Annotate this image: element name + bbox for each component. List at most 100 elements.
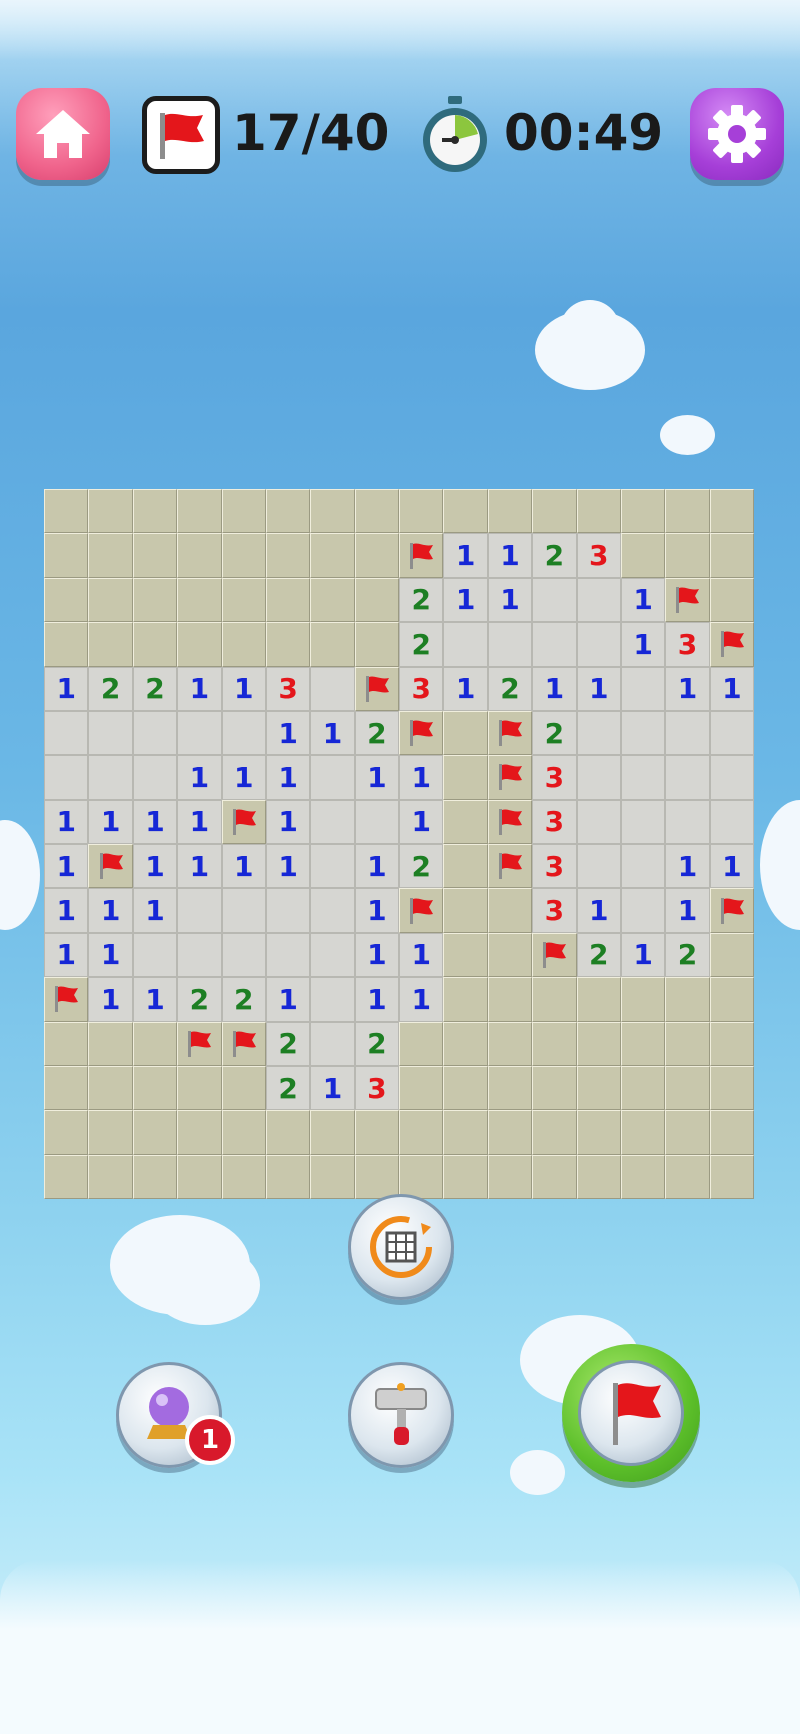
number-cell[interactable]: 1 [44,666,89,711]
covered-cell[interactable] [177,533,222,578]
covered-cell[interactable] [709,533,754,578]
hammer-button[interactable] [348,1362,454,1468]
number-cell[interactable]: 1 [620,622,666,667]
covered-cell[interactable] [88,622,133,667]
number-cell[interactable]: 1 [44,844,89,889]
number-cell[interactable]: 1 [399,977,444,1022]
number-cell[interactable]: 2 [532,710,577,756]
revealed-cell[interactable] [576,799,621,844]
covered-cell[interactable] [665,1065,710,1111]
flag-mode-button[interactable] [562,1344,700,1482]
number-cell[interactable]: 2 [399,577,444,623]
flagged-cell[interactable] [532,932,577,978]
revealed-cell[interactable] [221,932,266,978]
flagged-cell[interactable] [487,799,533,844]
revealed-cell[interactable] [132,755,178,800]
number-cell[interactable]: 1 [265,977,311,1022]
covered-cell[interactable] [620,977,666,1022]
covered-cell[interactable] [487,1110,533,1155]
flagged-cell[interactable] [487,844,533,889]
flagged-cell[interactable] [665,577,710,623]
covered-cell[interactable] [177,489,222,534]
covered-cell[interactable] [177,577,222,623]
revealed-cell[interactable] [576,622,621,667]
number-cell[interactable]: 1 [399,932,444,978]
covered-cell[interactable] [576,1154,621,1199]
covered-cell[interactable] [709,1154,754,1199]
revealed-cell[interactable] [265,932,311,978]
revealed-cell[interactable] [177,932,222,978]
revealed-cell[interactable] [665,799,710,844]
number-cell[interactable]: 1 [443,533,488,578]
covered-cell[interactable] [88,1154,133,1199]
number-cell[interactable]: 1 [354,844,399,889]
covered-cell[interactable] [576,1065,621,1111]
number-cell[interactable]: 1 [177,844,222,889]
revealed-cell[interactable] [665,755,710,800]
revealed-cell[interactable] [620,666,666,711]
covered-cell[interactable] [443,755,488,800]
covered-cell[interactable] [709,932,754,978]
number-cell[interactable]: 1 [265,844,311,889]
number-cell[interactable]: 2 [487,666,533,711]
covered-cell[interactable] [443,1065,488,1111]
number-cell[interactable]: 2 [399,844,444,889]
covered-cell[interactable] [221,533,266,578]
number-cell[interactable]: 1 [709,844,754,889]
covered-cell[interactable] [532,489,577,534]
number-cell[interactable]: 2 [88,666,133,711]
number-cell[interactable]: 1 [177,755,222,800]
covered-cell[interactable] [265,533,311,578]
covered-cell[interactable] [354,489,399,534]
covered-cell[interactable] [354,533,399,578]
covered-cell[interactable] [354,1110,399,1155]
number-cell[interactable]: 3 [265,666,311,711]
number-cell[interactable]: 1 [665,666,710,711]
number-cell[interactable]: 3 [354,1065,399,1111]
number-cell[interactable]: 1 [354,888,399,933]
covered-cell[interactable] [88,1110,133,1155]
covered-cell[interactable] [487,1154,533,1199]
covered-cell[interactable] [132,1110,178,1155]
number-cell[interactable]: 1 [576,888,621,933]
revealed-cell[interactable] [620,755,666,800]
number-cell[interactable]: 1 [399,799,444,844]
revealed-cell[interactable] [44,710,89,756]
flagged-cell[interactable] [399,888,444,933]
number-cell[interactable]: 1 [44,799,89,844]
covered-cell[interactable] [709,1110,754,1155]
number-cell[interactable]: 2 [221,977,266,1022]
flagged-cell[interactable] [177,1021,222,1066]
number-cell[interactable]: 1 [221,755,266,800]
covered-cell[interactable] [132,1154,178,1199]
covered-cell[interactable] [443,710,488,756]
covered-cell[interactable] [44,577,89,623]
covered-cell[interactable] [665,489,710,534]
number-cell[interactable]: 1 [443,577,488,623]
number-cell[interactable]: 3 [532,799,577,844]
number-cell[interactable]: 1 [88,932,133,978]
covered-cell[interactable] [709,1065,754,1111]
covered-cell[interactable] [88,1021,133,1066]
number-cell[interactable]: 1 [221,666,266,711]
number-cell[interactable]: 1 [265,755,311,800]
covered-cell[interactable] [177,622,222,667]
number-cell[interactable]: 2 [532,533,577,578]
covered-cell[interactable] [487,489,533,534]
covered-cell[interactable] [665,977,710,1022]
revealed-cell[interactable] [620,888,666,933]
number-cell[interactable]: 2 [132,666,178,711]
number-cell[interactable]: 1 [265,710,311,756]
number-cell[interactable]: 1 [665,844,710,889]
covered-cell[interactable] [665,533,710,578]
revealed-cell[interactable] [532,577,577,623]
number-cell[interactable]: 1 [177,666,222,711]
covered-cell[interactable] [443,799,488,844]
number-cell[interactable]: 2 [665,932,710,978]
covered-cell[interactable] [487,1065,533,1111]
number-cell[interactable]: 1 [88,977,133,1022]
flagged-cell[interactable] [88,844,133,889]
revealed-cell[interactable] [132,932,178,978]
number-cell[interactable]: 1 [576,666,621,711]
covered-cell[interactable] [221,622,266,667]
